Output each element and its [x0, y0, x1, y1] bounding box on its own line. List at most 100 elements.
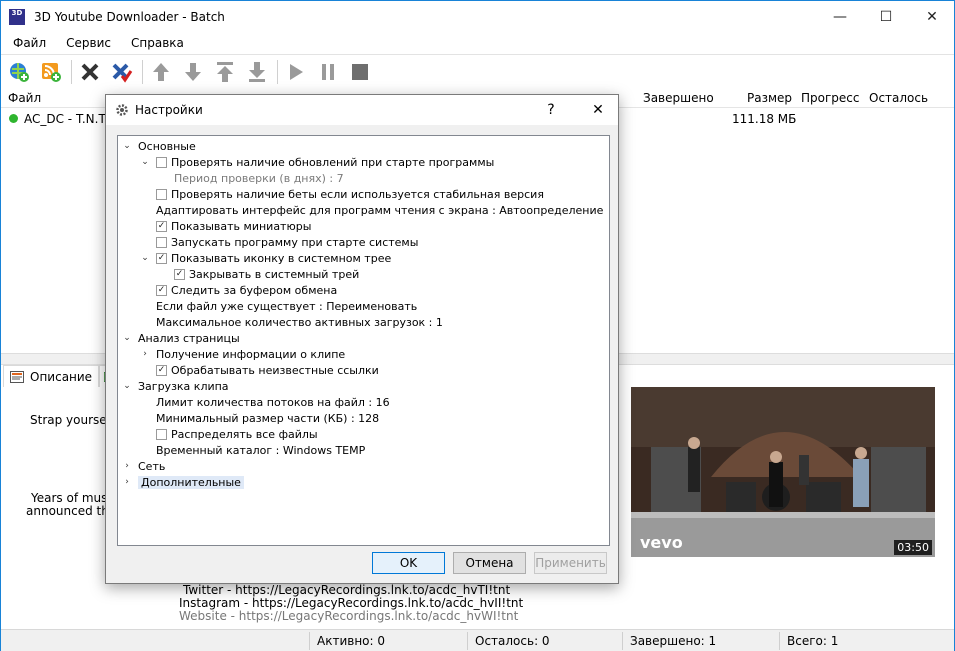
move-down-icon[interactable] — [181, 60, 205, 84]
tree-node[interactable]: ⌄ ✓ Показывать иконку в системном трее — [140, 250, 391, 266]
status-completed: Завершено: 1 — [630, 634, 717, 648]
col-completed[interactable]: Завершено — [643, 91, 714, 105]
dialog-title-bar[interactable]: Настройки ? ✕ — [106, 95, 618, 125]
cancel-button[interactable]: Отмена — [453, 552, 526, 574]
tree-node[interactable]: ✓ Следить за буфером обмена — [140, 282, 337, 298]
col-file[interactable]: Файл — [8, 91, 41, 105]
add-feed-icon[interactable] — [39, 60, 63, 84]
move-top-icon[interactable] — [213, 60, 237, 84]
checked-checkbox[interactable]: ✓ — [174, 268, 185, 280]
window-title: 3D Youtube Downloader - Batch — [34, 9, 225, 24]
tree-node-label: Распределять все файлы — [171, 427, 318, 441]
move-bottom-icon[interactable] — [245, 60, 269, 84]
minimize-button[interactable]: — — [817, 1, 863, 32]
expand-open-icon[interactable]: ⌄ — [140, 157, 150, 167]
apply-button[interactable]: Применить — [534, 552, 607, 574]
tree-node[interactable]: ✓ Обрабатывать неизвестные ссылки — [140, 362, 379, 378]
status-remaining: Осталось: 0 — [475, 634, 550, 648]
tree-node[interactable]: Проверять наличие беты если используется… — [140, 186, 544, 202]
checked-checkbox[interactable]: ✓ — [156, 284, 167, 296]
unchecked-checkbox[interactable] — [156, 236, 167, 248]
title-bar[interactable]: 3D 3D Youtube Downloader - Batch — ☐ ✕ — [1, 1, 954, 32]
video-duration: 03:50 — [894, 540, 932, 555]
gear-icon — [116, 104, 128, 116]
tree-node[interactable]: ⌄ Основные — [122, 138, 196, 154]
tree-node-label: Получение информации о клипе — [156, 347, 346, 361]
col-progress[interactable]: Прогресс — [801, 91, 859, 105]
tree-node-label: Если файл уже существует : Переименовать — [156, 299, 418, 313]
menu-service[interactable]: Сервис — [54, 36, 119, 50]
tree-node[interactable]: › Сеть — [122, 458, 165, 474]
tree-node[interactable]: ✓ Показывать миниатюры — [140, 218, 311, 234]
close-button[interactable]: ✕ — [909, 1, 955, 32]
tree-node[interactable]: › Дополнительные — [122, 474, 244, 490]
ok-button[interactable]: OK — [372, 552, 445, 574]
tree-node-label: Минимальный размер части (КБ) : 128 — [156, 411, 380, 425]
expand-open-icon[interactable]: ⌄ — [122, 141, 132, 151]
delete-icon[interactable] — [78, 60, 102, 84]
toolbar-separator — [71, 59, 72, 84]
tree-node[interactable]: Запускать программу при старте системы — [140, 234, 418, 250]
checked-checkbox[interactable]: ✓ — [156, 364, 167, 376]
tree-node[interactable]: › Получение информации о клипе — [140, 346, 345, 362]
maximize-button[interactable]: ☐ — [863, 1, 909, 32]
status-active: Активно: 0 — [317, 634, 385, 648]
expand-open-icon[interactable]: ⌄ — [122, 333, 132, 343]
tree-node[interactable]: ⌄ Анализ страницы — [122, 330, 239, 346]
tree-node-label: Показывать миниатюры — [171, 219, 312, 233]
add-link-icon[interactable] — [7, 60, 31, 84]
tree-node[interactable]: ✓ Закрывать в системный трей — [158, 266, 359, 282]
stop-icon[interactable] — [348, 60, 372, 84]
col-size[interactable]: Размер — [747, 91, 792, 105]
status-bar: Активно: 0 Осталось: 0 Завершено: 1 Всег… — [1, 629, 954, 651]
help-button[interactable]: ? — [531, 95, 571, 125]
expand-closed-icon[interactable]: › — [140, 349, 150, 359]
menu-help[interactable]: Справка — [119, 36, 192, 50]
checked-checkbox[interactable]: ✓ — [156, 252, 167, 264]
expand-closed-icon[interactable]: › — [122, 477, 132, 487]
tree-node-label: Запускать программу при старте системы — [171, 235, 419, 249]
video-thumbnail[interactable]: vevo 03:50 — [631, 387, 935, 557]
menu-bar: Файл Сервис Справка — [1, 32, 954, 54]
delete-completed-icon[interactable] — [110, 60, 134, 84]
expand-open-icon[interactable]: ⌄ — [122, 381, 132, 391]
unchecked-checkbox[interactable] — [156, 428, 167, 440]
tree-node[interactable]: ⌄ Загрузка клипа — [122, 378, 229, 394]
tree-node[interactable]: Минимальный размер части (КБ) : 128 — [140, 410, 379, 426]
tree-node[interactable]: Лимит количества потоков на файл : 16 — [140, 394, 390, 410]
col-remaining[interactable]: Осталось — [869, 91, 928, 105]
tree-node[interactable]: Период проверки (в днях) : 7 — [158, 170, 344, 186]
checked-checkbox[interactable]: ✓ — [156, 220, 167, 232]
tree-node-label: Временный каталог : Windows TEMP — [156, 443, 366, 457]
expand-closed-icon[interactable]: › — [122, 461, 132, 471]
menu-file[interactable]: Файл — [1, 36, 54, 50]
tree-node[interactable]: Если файл уже существует : Переименовать — [140, 298, 417, 314]
tree-node-label: Дополнительные — [138, 475, 244, 489]
dialog-close-button[interactable]: ✕ — [578, 95, 618, 125]
unchecked-checkbox[interactable] — [156, 188, 167, 200]
tree-node-label: Сеть — [138, 459, 166, 473]
settings-tree[interactable]: ⌄ Основные ⌄ Проверять наличие обновлений п… — [117, 135, 610, 546]
unchecked-checkbox[interactable] — [156, 156, 167, 168]
tree-node[interactable]: Максимальное количество активных загрузо… — [140, 314, 443, 330]
status-total: Всего: 1 — [787, 634, 839, 648]
status-divider — [309, 632, 310, 650]
app-icon: 3D — [9, 8, 25, 25]
tree-node[interactable]: ⌄ Проверять наличие обновлений при старте… — [140, 154, 494, 170]
pause-icon[interactable] — [316, 60, 340, 84]
tree-node-label: Загрузка клипа — [138, 379, 229, 393]
tree-node[interactable]: Временный каталог : Windows TEMP — [140, 442, 365, 458]
tab-description[interactable]: Описание — [3, 365, 100, 387]
tree-node[interactable]: Распределять все файлы — [140, 426, 318, 442]
play-icon[interactable] — [284, 60, 308, 84]
move-up-icon[interactable] — [149, 60, 173, 84]
expand-open-icon[interactable]: ⌄ — [140, 253, 150, 263]
tree-node[interactable]: Адаптировать интерфейс для программ чтен… — [140, 202, 603, 218]
